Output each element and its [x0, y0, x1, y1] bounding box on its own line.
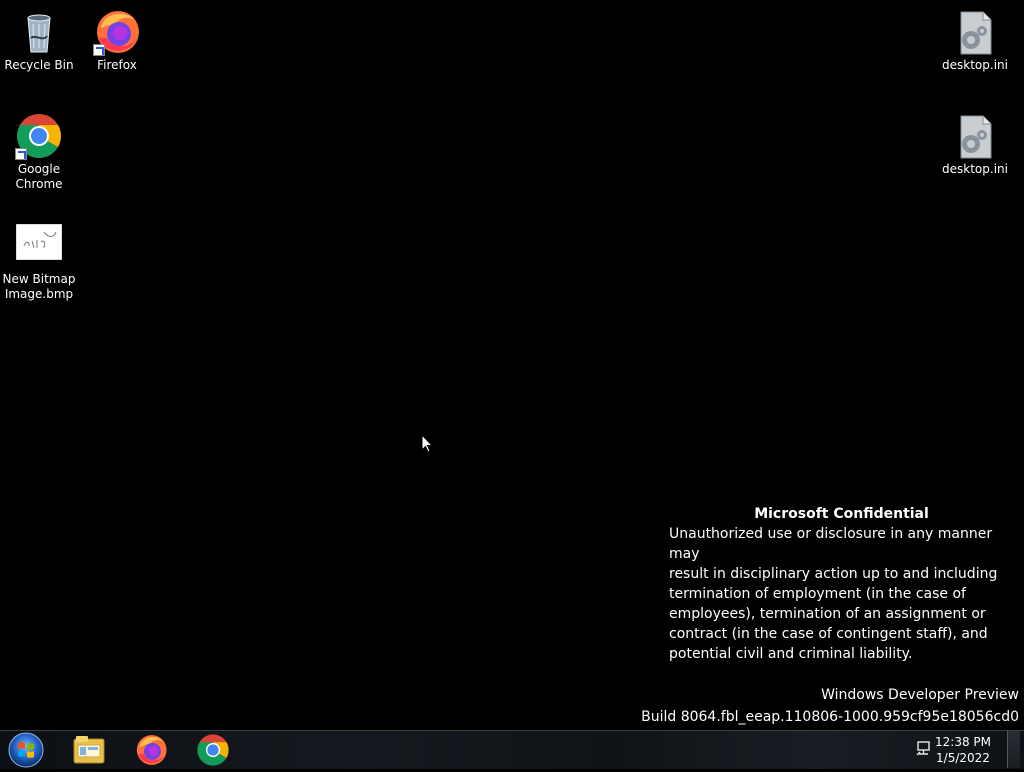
firefox-icon — [93, 8, 141, 56]
confidential-line: Unauthorized use or disclosure in any ma… — [669, 526, 993, 562]
system-clock[interactable]: 12:38 PM 1/5/2022 — [928, 734, 998, 766]
desktop-icon-label: New Bitmap Image.bmp — [2, 272, 76, 301]
bitmap-image-icon — [15, 223, 63, 262]
build-label: Build 8064.fbl_eeap.110806-1000.959cf95e… — [641, 709, 1019, 725]
desktop-icon-recycle-bin[interactable]: Recycle Bin — [1, 8, 77, 73]
shortcut-arrow-icon — [93, 44, 105, 56]
confidential-notice: Microsoft Confidential Unauthorized use … — [669, 504, 1014, 664]
recycle-bin-icon — [15, 8, 63, 56]
desktop-icon-label: desktop.ini — [942, 162, 1008, 176]
shortcut-arrow-icon — [15, 148, 27, 160]
desktop-icon-google-chrome[interactable]: Google Chrome — [1, 112, 77, 192]
chrome-icon — [197, 734, 229, 766]
desktop-icon-firefox[interactable]: Firefox — [79, 8, 155, 73]
windows-logo-icon — [8, 732, 44, 768]
taskbar-chrome-button[interactable] — [196, 733, 230, 767]
clock-time: 12:38 PM — [935, 735, 991, 749]
confidential-line: result in disciplinary action up to and … — [669, 566, 998, 582]
desktop[interactable]: Recycle Bin Firefox Google Chrome New Bi… — [0, 0, 1024, 730]
start-button[interactable] — [6, 732, 46, 768]
edition-label: Windows Developer Preview — [821, 687, 1019, 703]
confidential-line: contract (in the case of contingent staf… — [669, 626, 988, 642]
taskbar-file-explorer-button[interactable] — [72, 733, 106, 767]
desktop-icon-label: Firefox — [97, 58, 137, 72]
confidential-title: Microsoft Confidential — [754, 506, 929, 522]
desktop-icon-label: Google Chrome — [15, 162, 63, 191]
confidential-line: termination of employment (in the case o… — [669, 586, 966, 602]
taskbar-firefox-button[interactable] — [134, 733, 168, 767]
chrome-icon — [15, 112, 63, 160]
desktop-icon-new-bitmap[interactable]: New Bitmap Image.bmp — [1, 223, 77, 302]
file-explorer-icon — [73, 736, 105, 764]
clock-date: 1/5/2022 — [936, 751, 990, 765]
mouse-cursor-icon — [421, 433, 434, 457]
desktop-icon-desktop-ini[interactable]: desktop.ini — [937, 8, 1013, 73]
taskbar: 12:38 PM 1/5/2022 — [0, 730, 1024, 769]
settings-file-icon — [951, 112, 999, 160]
desktop-icon-desktop-ini[interactable]: desktop.ini — [937, 112, 1013, 177]
show-desktop-button[interactable] — [1007, 731, 1020, 768]
confidential-line: employees), termination of an assignment… — [669, 606, 986, 622]
settings-file-icon — [951, 8, 999, 56]
desktop-icon-label: desktop.ini — [942, 58, 1008, 72]
firefox-icon — [136, 735, 167, 765]
build-watermark: Windows Developer Preview Build 8064.fbl… — [641, 684, 1019, 728]
confidential-line: potential civil and criminal liability. — [669, 646, 913, 662]
desktop-icon-label: Recycle Bin — [4, 58, 74, 72]
